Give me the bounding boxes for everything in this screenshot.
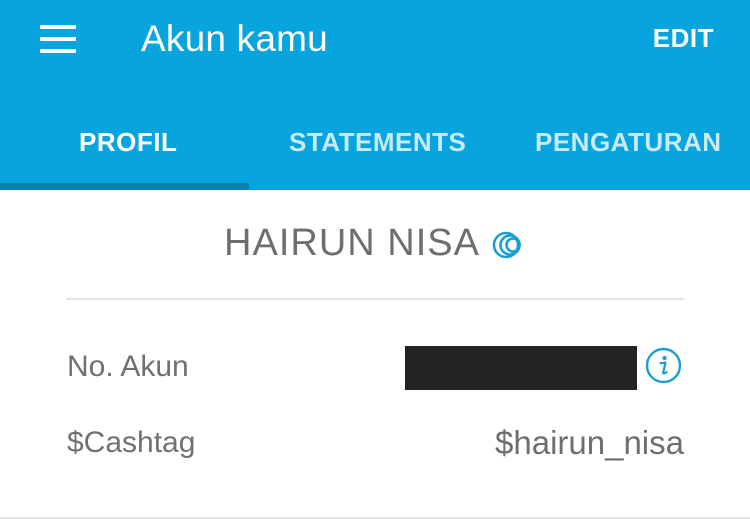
- tab-pengaturan[interactable]: PENGATURAN: [535, 124, 722, 160]
- page-title: Akun kamu: [141, 18, 328, 59]
- hamburger-menu-icon[interactable]: [40, 25, 76, 53]
- edit-button[interactable]: EDIT: [653, 20, 714, 56]
- app-bar: Akun kamu EDIT PROFIL STATEMENTS PENGATU…: [0, 0, 750, 190]
- info-icon[interactable]: [645, 347, 682, 384]
- tab-statements[interactable]: STATEMENTS: [289, 124, 466, 160]
- tab-profil[interactable]: PROFIL: [79, 124, 177, 160]
- profile-name: HAIRUN NISA: [224, 222, 480, 264]
- account-number-redacted: [405, 346, 637, 390]
- menu-line: [40, 49, 76, 53]
- menu-line: [40, 37, 76, 41]
- profile-name-row: HAIRUN NISA: [0, 218, 750, 268]
- account-number-label: No. Akun: [67, 350, 189, 383]
- cashtag-value: $hairun_nisa: [495, 424, 684, 461]
- active-tab-indicator: [0, 183, 249, 190]
- verified-rings-icon: [490, 225, 526, 259]
- divider: [66, 298, 684, 300]
- cashtag-label: $Cashtag: [67, 426, 196, 459]
- profile-card: HAIRUN NISA No. Akun $Cashtag $hairun_ni…: [0, 190, 750, 519]
- tab-bar: PROFIL STATEMENTS PENGATURAN: [0, 112, 750, 190]
- menu-line: [40, 25, 76, 29]
